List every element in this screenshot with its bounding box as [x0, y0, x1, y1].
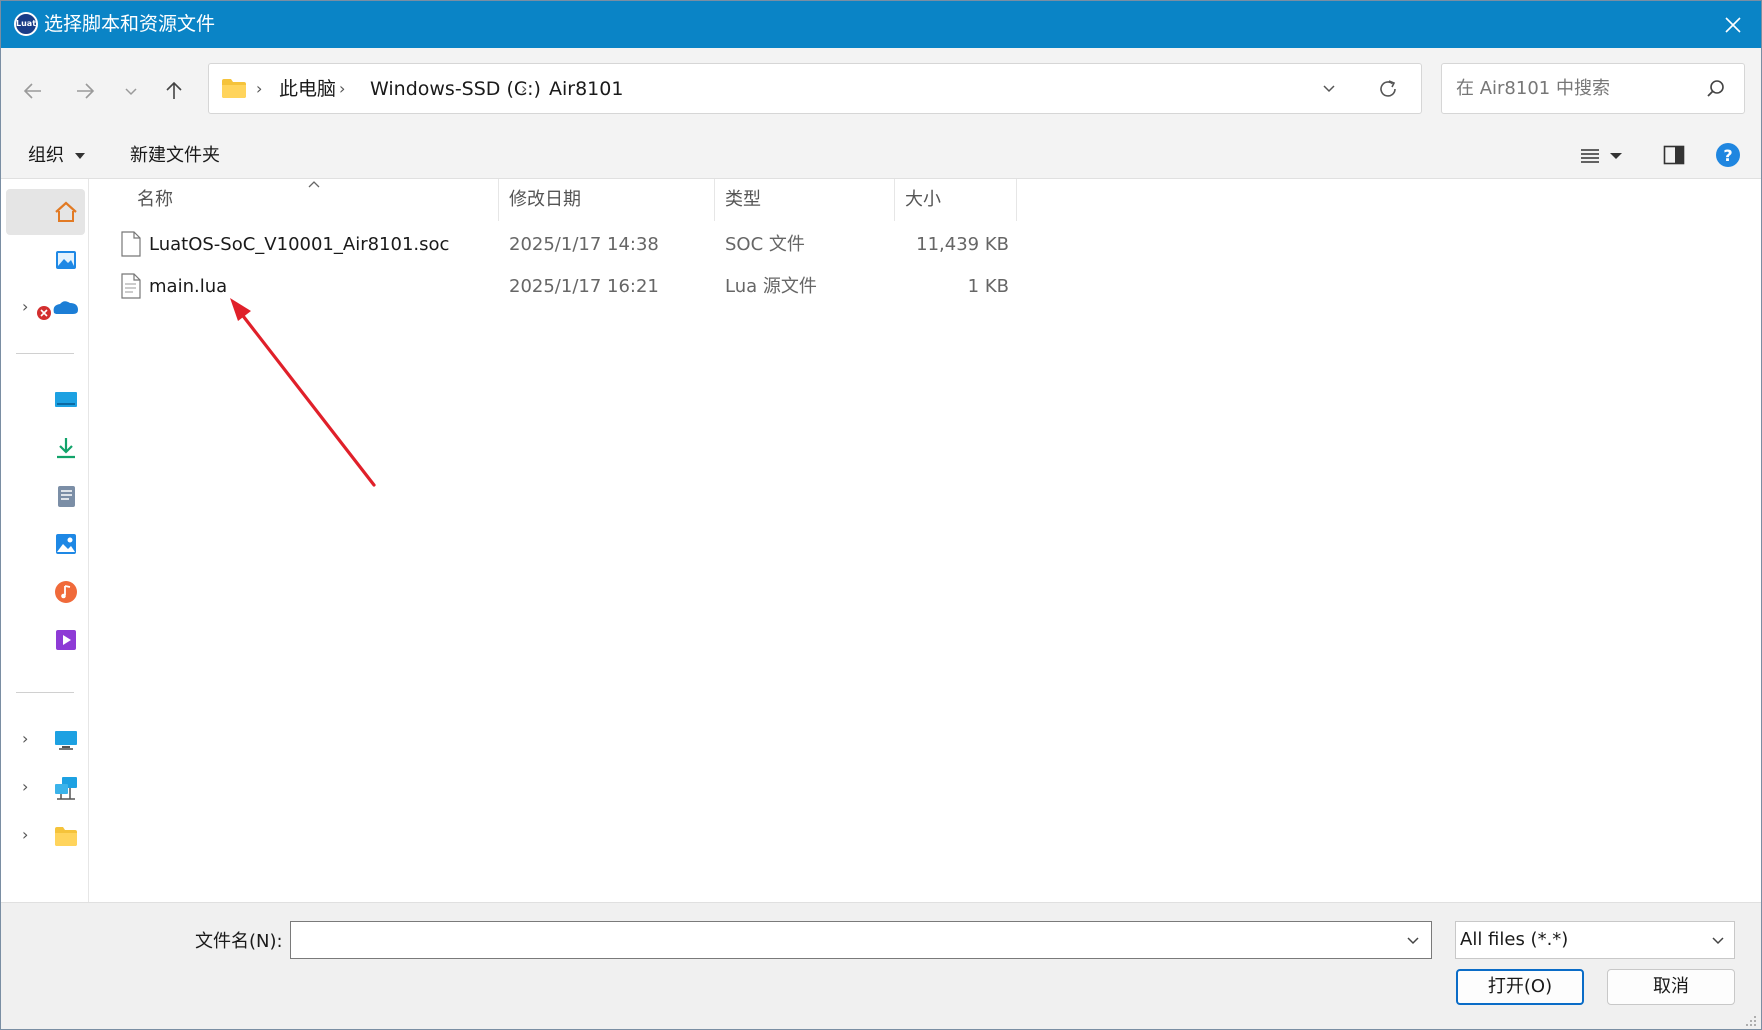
chevron-down-icon: [125, 88, 137, 96]
file-row[interactable]: main.lua 2025/1/17 16:21 Lua 源文件 1 KB: [117, 267, 1017, 307]
chevron-right-icon: ›: [521, 79, 528, 98]
chevron-down-icon[interactable]: [1405, 932, 1421, 948]
computer-icon: [55, 731, 77, 750]
sidebar-item-music[interactable]: [6, 569, 85, 615]
search-icon: [1707, 80, 1724, 97]
divider: [16, 353, 74, 354]
sidebar-item-onedrive[interactable]: ›: [6, 285, 85, 331]
navigation-pane: › › › ›: [1, 179, 89, 902]
open-button[interactable]: 打开(O): [1456, 969, 1584, 1005]
onedrive-icon: [37, 301, 78, 320]
search-box[interactable]: 在 Air8101 中搜索: [1441, 63, 1745, 114]
refresh-icon[interactable]: [1377, 78, 1399, 100]
caret-down-icon: [74, 153, 85, 159]
back-button[interactable]: [15, 73, 51, 109]
command-bar: 组织 新建文件夹 ?: [1, 133, 1761, 179]
breadcrumb-folder[interactable]: Air8101: [549, 77, 623, 101]
file-row[interactable]: LuatOS-SoC_V10001_Air8101.soc 2025/1/17 …: [117, 225, 1017, 265]
file-size: 1 KB: [967, 276, 1009, 297]
preview-pane-icon[interactable]: [1663, 144, 1685, 166]
up-button[interactable]: [156, 73, 192, 109]
search-placeholder[interactable]: 在 Air8101 中搜索: [1456, 77, 1610, 101]
file-modified: 2025/1/17 16:21: [509, 276, 659, 297]
file-name: main.lua: [149, 276, 228, 297]
file-modified: 2025/1/17 14:38: [509, 234, 659, 255]
download-icon: [57, 438, 75, 459]
sidebar-item-desktop[interactable]: [6, 377, 85, 423]
folder-icon: [222, 79, 246, 98]
sidebar-item-pictures[interactable]: [6, 521, 85, 567]
chevron-right-icon[interactable]: ›: [22, 729, 28, 748]
sidebar-item-downloads[interactable]: [6, 425, 85, 471]
folder-icon: [55, 827, 77, 846]
file-list: 名称 修改日期 类型 大小 LuatOS-SoC_V10001_Air8101.…: [89, 179, 1761, 902]
recent-locations-button[interactable]: [113, 73, 149, 109]
file-open-dialog: Luat 选择脚本和资源文件 › 此电脑 › Windows-SSD (C:) …: [0, 0, 1762, 1030]
pictures-icon: [56, 534, 76, 554]
column-header-modified[interactable]: 修改日期: [499, 179, 715, 221]
sidebar-item-videos[interactable]: [6, 617, 85, 663]
resize-grip-icon[interactable]: [1743, 1013, 1757, 1027]
organize-menu[interactable]: 组织: [28, 144, 86, 168]
breadcrumb-drive[interactable]: Windows-SSD (C:): [370, 77, 541, 101]
dialog-footer: 文件名(N): All files (*.*) 打开(O) 取消: [1, 902, 1761, 1029]
breadcrumb-this-pc[interactable]: 此电脑: [279, 77, 336, 101]
address-bar[interactable]: › 此电脑 › Windows-SSD (C:) › Air8101: [208, 63, 1422, 114]
arrow-up-icon: [166, 81, 182, 99]
view-options-icon[interactable]: [1581, 148, 1623, 164]
column-header-name[interactable]: 名称: [89, 179, 499, 221]
text-file-icon: [121, 273, 141, 299]
divider: [16, 692, 74, 693]
chevron-right-icon: ›: [256, 79, 263, 98]
chevron-right-icon[interactable]: ›: [22, 777, 28, 796]
filename-input[interactable]: [290, 921, 1432, 959]
title-bar: Luat 选择脚本和资源文件: [1, 1, 1761, 48]
chevron-down-icon: [1712, 937, 1724, 945]
file-name: LuatOS-SoC_V10001_Air8101.soc: [149, 234, 450, 255]
navigation-bar: › 此电脑 › Windows-SSD (C:) › Air8101 在 Air…: [1, 48, 1761, 133]
desktop-icon: [55, 392, 77, 407]
file-type: Lua 源文件: [725, 276, 817, 297]
organize-label: 组织: [28, 145, 64, 166]
sidebar-item-this-pc[interactable]: ›: [6, 717, 85, 763]
sidebar-item-folder[interactable]: ›: [6, 813, 85, 859]
home-icon: [55, 201, 77, 222]
app-logo-icon: Luat: [14, 12, 38, 36]
chevron-right-icon[interactable]: ›: [22, 297, 28, 316]
file-type: SOC 文件: [725, 234, 805, 255]
arrow-left-icon: [23, 83, 41, 99]
chevron-down-icon[interactable]: [1321, 80, 1337, 96]
gallery-icon: [56, 251, 76, 269]
svg-text:?: ?: [1723, 146, 1732, 165]
blank-file-icon: [121, 231, 141, 257]
chevron-right-icon: ›: [339, 79, 346, 98]
sidebar-item-documents[interactable]: [6, 473, 85, 519]
close-icon: [1725, 16, 1741, 33]
window-title: 选择脚本和资源文件: [44, 13, 216, 35]
file-size: 11,439 KB: [916, 234, 1009, 255]
filter-value: All files (*.*): [1460, 929, 1569, 950]
sidebar-item-network[interactable]: ›: [6, 765, 85, 811]
network-icon: [55, 777, 77, 800]
arrow-right-icon: [77, 83, 95, 99]
sidebar-item-gallery[interactable]: [6, 237, 85, 283]
sidebar-item-home[interactable]: [6, 189, 85, 235]
video-icon: [56, 630, 76, 650]
file-type-filter[interactable]: All files (*.*): [1455, 921, 1735, 959]
help-icon[interactable]: ?: [1715, 142, 1741, 168]
cancel-button[interactable]: 取消: [1607, 969, 1735, 1005]
document-icon: [58, 486, 75, 507]
column-header-type[interactable]: 类型: [715, 179, 895, 221]
music-icon: [55, 581, 77, 603]
close-button[interactable]: [1705, 1, 1761, 48]
new-folder-button[interactable]: 新建文件夹: [130, 144, 220, 168]
filename-label: 文件名(N):: [195, 931, 283, 952]
forward-button[interactable]: [67, 73, 103, 109]
column-header-size[interactable]: 大小: [895, 179, 1017, 221]
chevron-right-icon[interactable]: ›: [22, 825, 28, 844]
